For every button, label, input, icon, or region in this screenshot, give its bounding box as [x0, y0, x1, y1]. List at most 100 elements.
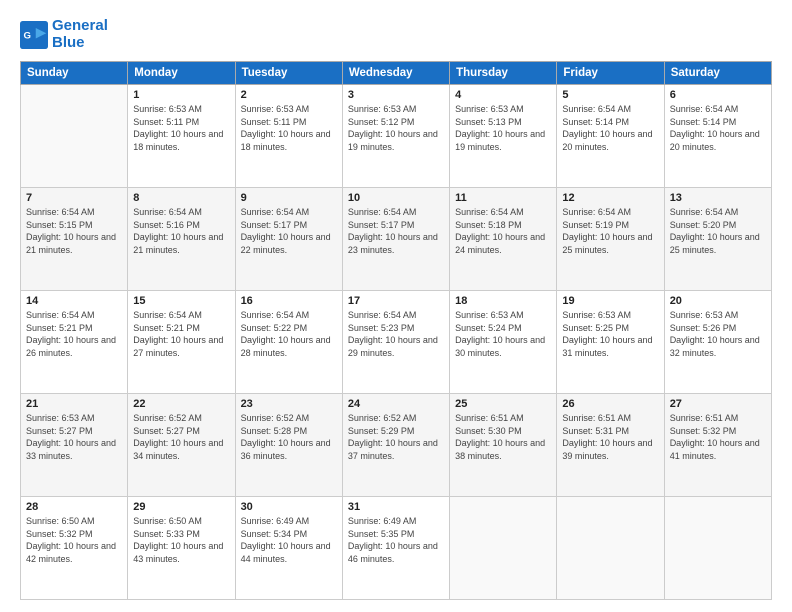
- day-info: Sunrise: 6:53 AMSunset: 5:25 PMDaylight:…: [562, 309, 658, 359]
- calendar-cell: 29 Sunrise: 6:50 AMSunset: 5:33 PMDayligh…: [128, 497, 235, 600]
- calendar-page: G General Blue SundayMondayTuesdayWednes…: [0, 0, 792, 612]
- calendar-cell: 28 Sunrise: 6:50 AMSunset: 5:32 PMDayligh…: [21, 497, 128, 600]
- day-info: Sunrise: 6:50 AMSunset: 5:33 PMDaylight:…: [133, 515, 229, 565]
- svg-text:G: G: [24, 30, 31, 41]
- calendar-cell: 15Sunrise: 6:54 AMSunset: 5:21 PMDayligh…: [128, 291, 235, 394]
- day-number: 20: [670, 295, 766, 307]
- calendar-cell: [557, 497, 664, 600]
- day-number: 13: [670, 192, 766, 204]
- calendar-cell: 8 Sunrise: 6:54 AMSunset: 5:16 PMDaylight…: [128, 188, 235, 291]
- day-number: 28: [26, 501, 122, 513]
- day-number: 23: [241, 398, 337, 410]
- day-number: 9: [241, 192, 337, 204]
- day-number: 24: [348, 398, 444, 410]
- day-info: Sunrise: 6:54 AMSunset: 5:22 PMDaylight:…: [241, 309, 337, 359]
- calendar-cell: 21 Sunrise: 6:53 AMSunset: 5:27 PMDayligh…: [21, 394, 128, 497]
- calendar-cell: 19 Sunrise: 6:53 AMSunset: 5:25 PMDayligh…: [557, 291, 664, 394]
- day-info: Sunrise: 6:53 AMSunset: 5:26 PMDaylight:…: [670, 309, 766, 359]
- calendar-cell: [21, 85, 128, 188]
- calendar-week-row: 7Sunrise: 6:54 AMSunset: 5:15 PMDaylight…: [21, 188, 772, 291]
- calendar-cell: 26Sunrise: 6:51 AMSunset: 5:31 PMDayligh…: [557, 394, 664, 497]
- day-info: Sunrise: 6:53 AMSunset: 5:24 PMDaylight:…: [455, 309, 551, 359]
- day-info: Sunrise: 6:53 AMSunset: 5:11 PMDaylight:…: [241, 103, 337, 153]
- day-info: Sunrise: 6:54 AMSunset: 5:14 PMDaylight:…: [670, 103, 766, 153]
- day-info: Sunrise: 6:53 AMSunset: 5:12 PMDaylight:…: [348, 103, 444, 153]
- day-info: Sunrise: 6:52 AMSunset: 5:29 PMDaylight:…: [348, 412, 444, 462]
- day-number: 21: [26, 398, 122, 410]
- calendar-cell: [664, 497, 771, 600]
- calendar-cell: 13 Sunrise: 6:54 AMSunset: 5:20 PMDayligh…: [664, 188, 771, 291]
- calendar-cell: 17Sunrise: 6:54 AMSunset: 5:23 PMDayligh…: [342, 291, 449, 394]
- day-number: 19: [562, 295, 658, 307]
- day-info: Sunrise: 6:49 AMSunset: 5:35 PMDaylight:…: [348, 515, 444, 565]
- logo: G General Blue: [20, 18, 108, 51]
- calendar-week-row: 28 Sunrise: 6:50 AMSunset: 5:32 PMDayligh…: [21, 497, 772, 600]
- day-info: Sunrise: 6:51 AMSunset: 5:30 PMDaylight:…: [455, 412, 551, 462]
- day-of-week-header: Friday: [557, 62, 664, 85]
- day-info: Sunrise: 6:53 AMSunset: 5:13 PMDaylight:…: [455, 103, 551, 153]
- day-number: 16: [241, 295, 337, 307]
- day-info: Sunrise: 6:54 AMSunset: 5:20 PMDaylight:…: [670, 206, 766, 256]
- calendar-week-row: 21 Sunrise: 6:53 AMSunset: 5:27 PMDayligh…: [21, 394, 772, 497]
- day-number: 25: [455, 398, 551, 410]
- day-info: Sunrise: 6:51 AMSunset: 5:31 PMDaylight:…: [562, 412, 658, 462]
- day-number: 22: [133, 398, 229, 410]
- day-info: Sunrise: 6:54 AMSunset: 5:17 PMDaylight:…: [348, 206, 444, 256]
- day-number: 10: [348, 192, 444, 204]
- day-info: Sunrise: 6:53 AMSunset: 5:27 PMDaylight:…: [26, 412, 122, 462]
- logo-text: General Blue: [52, 18, 108, 51]
- calendar-cell: 4 Sunrise: 6:53 AMSunset: 5:13 PMDaylight…: [450, 85, 557, 188]
- day-number: 5: [562, 89, 658, 101]
- calendar-table: SundayMondayTuesdayWednesdayThursdayFrid…: [20, 61, 772, 600]
- day-of-week-header: Wednesday: [342, 62, 449, 85]
- day-number: 8: [133, 192, 229, 204]
- calendar-cell: 14Sunrise: 6:54 AMSunset: 5:21 PMDayligh…: [21, 291, 128, 394]
- day-info: Sunrise: 6:54 AMSunset: 5:19 PMDaylight:…: [562, 206, 658, 256]
- day-info: Sunrise: 6:54 AMSunset: 5:23 PMDaylight:…: [348, 309, 444, 359]
- calendar-cell: 30Sunrise: 6:49 AMSunset: 5:34 PMDayligh…: [235, 497, 342, 600]
- calendar-body: 1Sunrise: 6:53 AMSunset: 5:11 PMDaylight…: [21, 85, 772, 600]
- day-number: 3: [348, 89, 444, 101]
- calendar-cell: 31 Sunrise: 6:49 AMSunset: 5:35 PMDayligh…: [342, 497, 449, 600]
- calendar-cell: 11Sunrise: 6:54 AMSunset: 5:18 PMDayligh…: [450, 188, 557, 291]
- day-number: 6: [670, 89, 766, 101]
- calendar-cell: 10 Sunrise: 6:54 AMSunset: 5:17 PMDayligh…: [342, 188, 449, 291]
- calendar-cell: [450, 497, 557, 600]
- day-info: Sunrise: 6:53 AMSunset: 5:11 PMDaylight:…: [133, 103, 229, 153]
- calendar-cell: 5Sunrise: 6:54 AMSunset: 5:14 PMDaylight…: [557, 85, 664, 188]
- calendar-header: SundayMondayTuesdayWednesdayThursdayFrid…: [21, 62, 772, 85]
- calendar-cell: 27 Sunrise: 6:51 AMSunset: 5:32 PMDayligh…: [664, 394, 771, 497]
- calendar-cell: 3 Sunrise: 6:53 AMSunset: 5:12 PMDaylight…: [342, 85, 449, 188]
- day-number: 29: [133, 501, 229, 513]
- calendar-cell: 16 Sunrise: 6:54 AMSunset: 5:22 PMDayligh…: [235, 291, 342, 394]
- logo-icon: G: [20, 21, 48, 49]
- calendar-cell: 9 Sunrise: 6:54 AMSunset: 5:17 PMDaylight…: [235, 188, 342, 291]
- calendar-cell: 20 Sunrise: 6:53 AMSunset: 5:26 PMDayligh…: [664, 291, 771, 394]
- calendar-cell: 22Sunrise: 6:52 AMSunset: 5:27 PMDayligh…: [128, 394, 235, 497]
- day-number: 12: [562, 192, 658, 204]
- days-of-week-row: SundayMondayTuesdayWednesdayThursdayFrid…: [21, 62, 772, 85]
- day-number: 4: [455, 89, 551, 101]
- day-number: 31: [348, 501, 444, 513]
- day-info: Sunrise: 6:49 AMSunset: 5:34 PMDaylight:…: [241, 515, 337, 565]
- day-of-week-header: Saturday: [664, 62, 771, 85]
- calendar-cell: 2Sunrise: 6:53 AMSunset: 5:11 PMDaylight…: [235, 85, 342, 188]
- calendar-cell: 23Sunrise: 6:52 AMSunset: 5:28 PMDayligh…: [235, 394, 342, 497]
- day-of-week-header: Tuesday: [235, 62, 342, 85]
- day-of-week-header: Sunday: [21, 62, 128, 85]
- calendar-cell: 25 Sunrise: 6:51 AMSunset: 5:30 PMDayligh…: [450, 394, 557, 497]
- day-info: Sunrise: 6:54 AMSunset: 5:16 PMDaylight:…: [133, 206, 229, 256]
- day-info: Sunrise: 6:51 AMSunset: 5:32 PMDaylight:…: [670, 412, 766, 462]
- day-info: Sunrise: 6:50 AMSunset: 5:32 PMDaylight:…: [26, 515, 122, 565]
- page-header: G General Blue: [20, 18, 772, 51]
- day-of-week-header: Monday: [128, 62, 235, 85]
- calendar-cell: 24 Sunrise: 6:52 AMSunset: 5:29 PMDayligh…: [342, 394, 449, 497]
- day-number: 7: [26, 192, 122, 204]
- calendar-cell: 6 Sunrise: 6:54 AMSunset: 5:14 PMDaylight…: [664, 85, 771, 188]
- day-info: Sunrise: 6:54 AMSunset: 5:21 PMDaylight:…: [26, 309, 122, 359]
- day-number: 18: [455, 295, 551, 307]
- calendar-cell: 7Sunrise: 6:54 AMSunset: 5:15 PMDaylight…: [21, 188, 128, 291]
- day-number: 27: [670, 398, 766, 410]
- day-info: Sunrise: 6:54 AMSunset: 5:17 PMDaylight:…: [241, 206, 337, 256]
- calendar-cell: 1Sunrise: 6:53 AMSunset: 5:11 PMDaylight…: [128, 85, 235, 188]
